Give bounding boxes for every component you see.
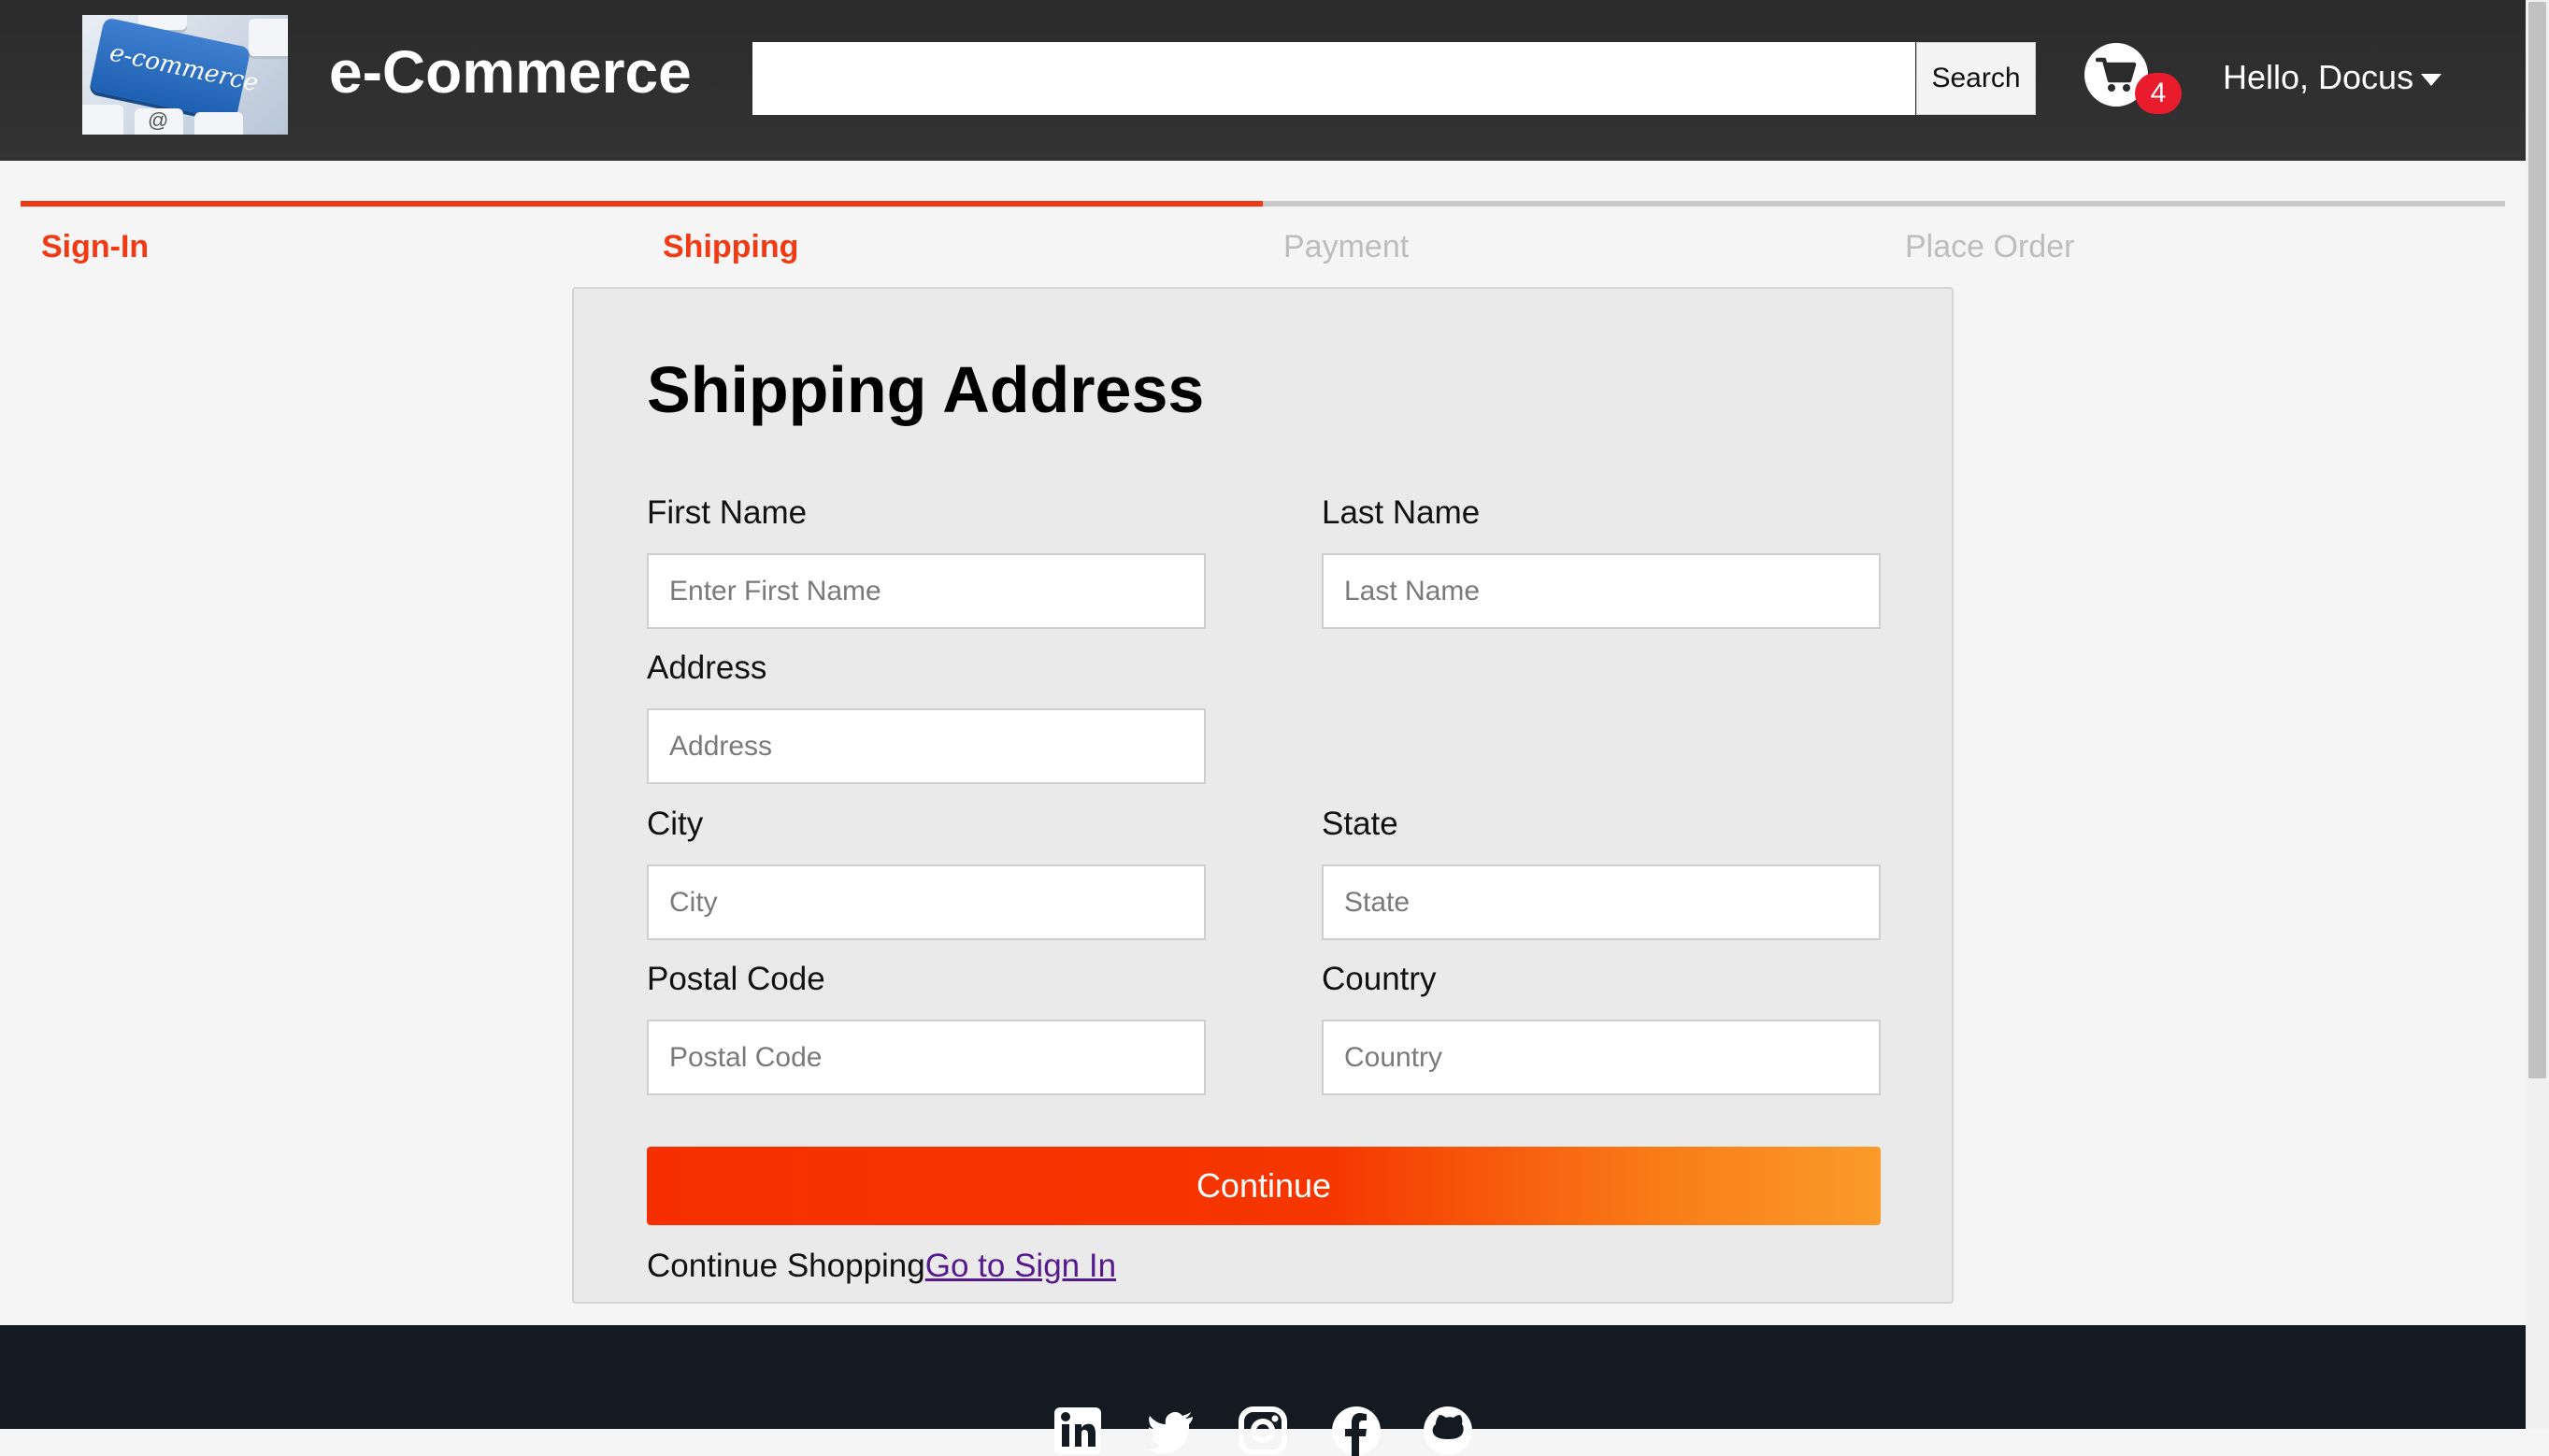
- search-button[interactable]: Search: [1916, 42, 2036, 115]
- user-greeting: Hello, Docus: [2223, 58, 2414, 96]
- country-label: Country: [1322, 961, 1437, 997]
- continue-shopping-row: Continue ShoppingGo to Sign In: [647, 1248, 1116, 1285]
- state-field[interactable]: [1322, 864, 1881, 940]
- brand-name[interactable]: e-Commerce: [329, 37, 692, 107]
- step-payment: Payment: [1283, 229, 1410, 264]
- city-field[interactable]: [647, 864, 1206, 940]
- caret-down-icon: [2421, 73, 2442, 86]
- postal-code-label: Postal Code: [647, 961, 825, 997]
- user-menu-dropdown[interactable]: Hello, Docus: [2223, 58, 2442, 97]
- instagram-link[interactable]: [1238, 1406, 1288, 1456]
- linkedin-icon: [1054, 1407, 1101, 1454]
- steps-progress-remaining: [1263, 201, 2505, 207]
- shipping-form: Shipping Address First Name Last Name Ad…: [572, 287, 1954, 1304]
- instagram-icon: [1239, 1406, 1287, 1455]
- scrollbar-thumb[interactable]: [2528, 2, 2546, 1078]
- steps-progress-completed: [21, 201, 1263, 207]
- country-field[interactable]: [1322, 1020, 1881, 1095]
- address-field[interactable]: [647, 708, 1206, 784]
- facebook-link[interactable]: [1331, 1406, 1382, 1456]
- github-icon: [1424, 1406, 1472, 1455]
- postal-code-field[interactable]: [647, 1020, 1206, 1095]
- linkedin-link[interactable]: [1053, 1406, 1103, 1456]
- state-label: State: [1322, 806, 1398, 842]
- cart-icon: [2096, 57, 2137, 92]
- continue-button[interactable]: Continue: [647, 1147, 1881, 1225]
- step-place-order: Place Order: [1905, 229, 2075, 264]
- site-header: e-commerce @ e-Commerce Search 4 Hello, …: [0, 0, 2526, 161]
- search-input[interactable]: [752, 42, 1915, 115]
- last-name-field[interactable]: [1322, 553, 1881, 629]
- address-label: Address: [647, 649, 767, 686]
- page-title: Shipping Address: [647, 353, 1205, 426]
- cart-count-badge: 4: [2135, 73, 2182, 114]
- step-sign-in: Sign-In: [41, 229, 150, 264]
- brand-logo[interactable]: e-commerce @: [82, 15, 288, 135]
- twitter-link[interactable]: [1146, 1406, 1196, 1456]
- twitter-icon: [1148, 1412, 1193, 1454]
- github-link[interactable]: [1423, 1406, 1473, 1456]
- first-name-field[interactable]: [647, 553, 1206, 629]
- page-scrollbar[interactable]: [2526, 0, 2549, 1429]
- checkout-steps: Sign-In Shipping Payment Place Order: [21, 201, 2505, 276]
- at-key-glyph: @: [148, 108, 169, 132]
- continue-shopping-text: Continue Shopping: [647, 1248, 925, 1284]
- city-label: City: [647, 806, 704, 842]
- step-shipping: Shipping: [663, 229, 799, 264]
- facebook-icon: [1332, 1406, 1381, 1456]
- first-name-label: First Name: [647, 494, 808, 531]
- last-name-label: Last Name: [1322, 494, 1481, 531]
- go-to-sign-in-link[interactable]: Go to Sign In: [925, 1248, 1116, 1284]
- site-footer: [0, 1325, 2526, 1456]
